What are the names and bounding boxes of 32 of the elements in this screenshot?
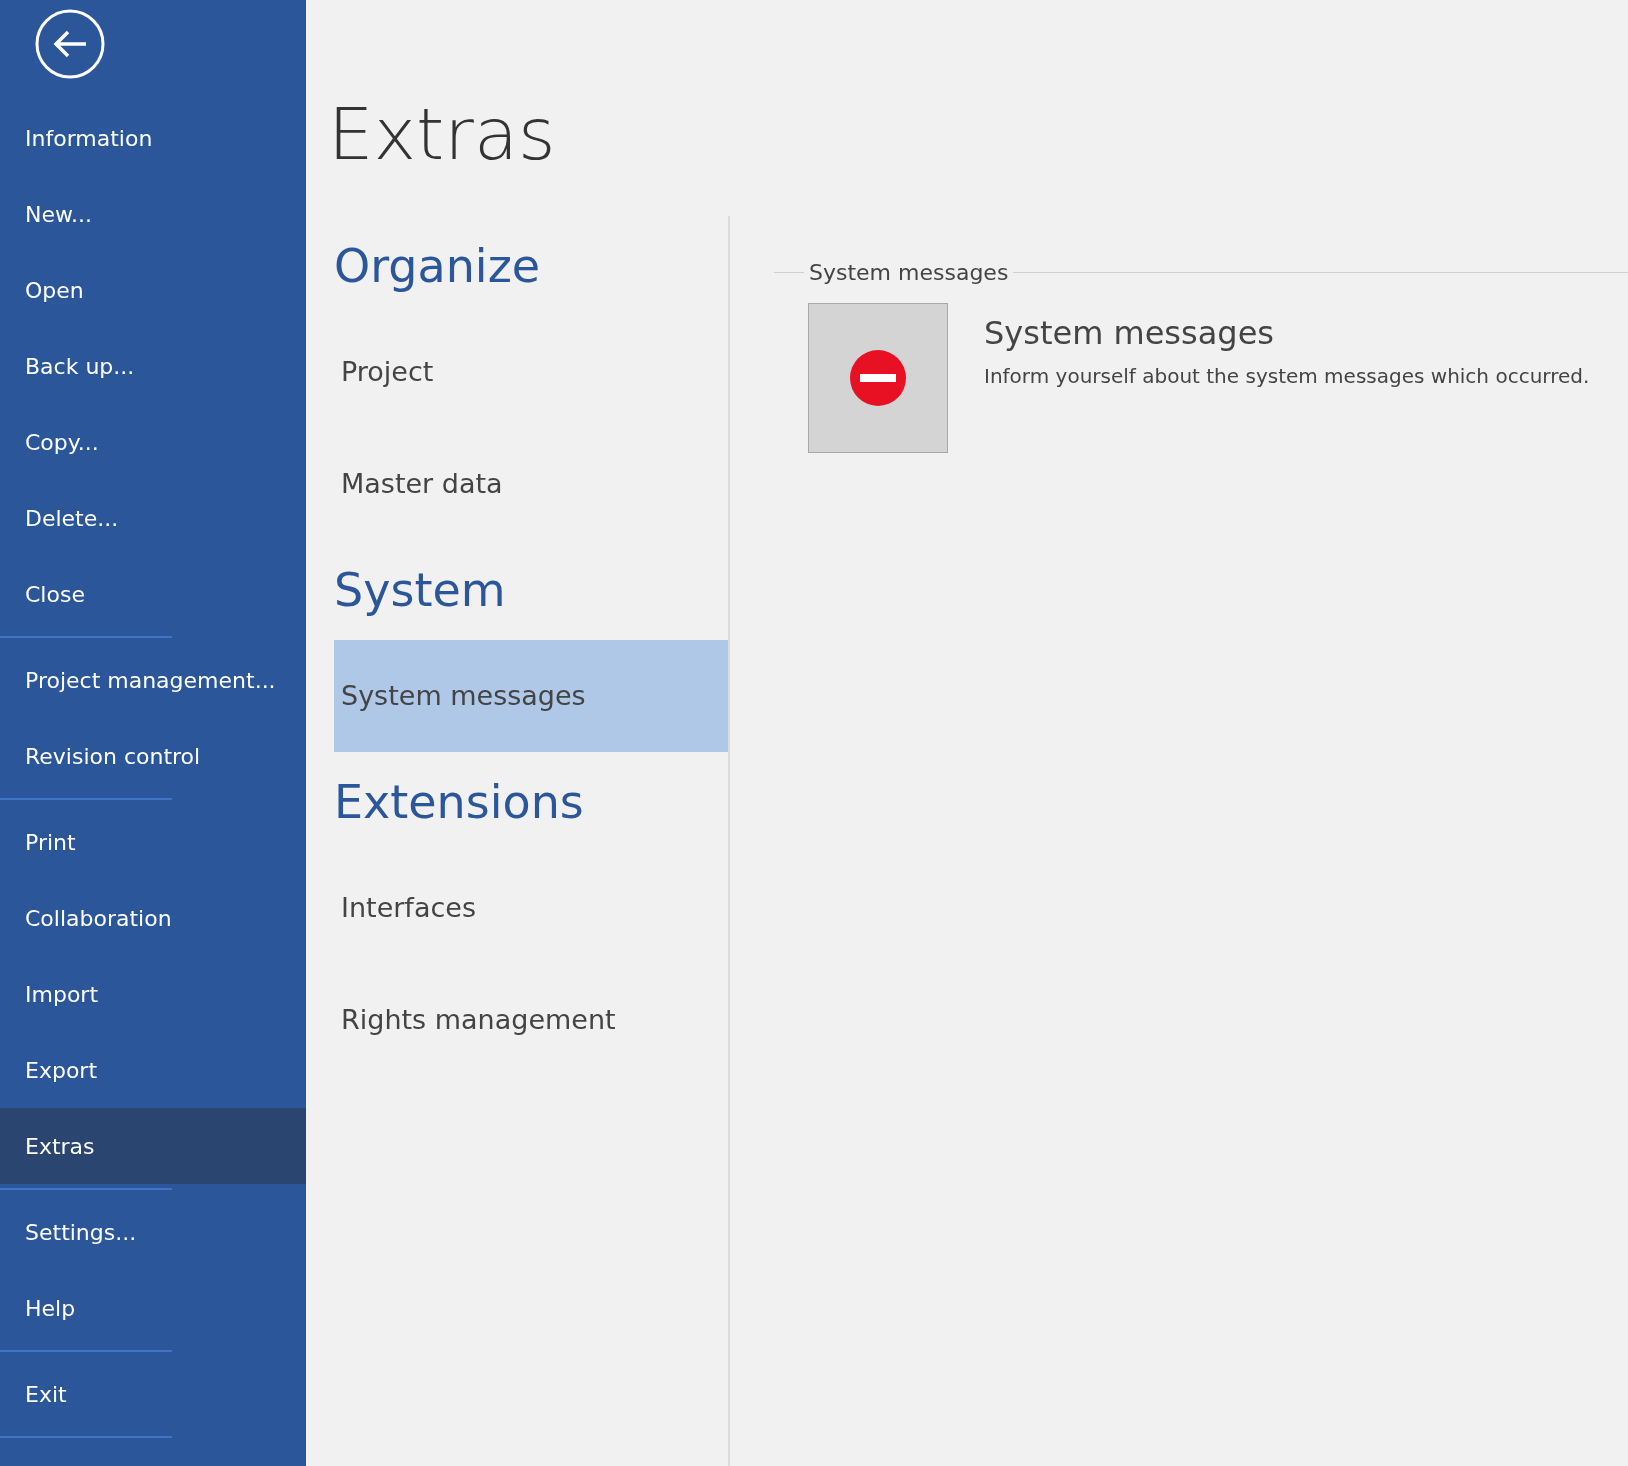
back-button[interactable]	[34, 8, 106, 80]
section-heading: System	[334, 561, 507, 619]
sidebar-item[interactable]: Collaboration	[0, 880, 306, 956]
sidebar-item[interactable]: Print	[0, 804, 306, 880]
nav-item[interactable]: Interfaces	[334, 852, 728, 964]
sidebar-item[interactable]: Copy...	[0, 404, 306, 480]
sidebar-item[interactable]: Back up...	[0, 328, 306, 404]
page-title: Extras	[327, 91, 557, 178]
section-heading: Organize	[334, 237, 542, 295]
nav-item[interactable]: Rights management	[334, 964, 728, 1076]
tile-description: Inform yourself about the system messages which occurred.	[984, 363, 1590, 390]
sidebar-item[interactable]: Help	[0, 1270, 306, 1346]
sidebar-item[interactable]: Extras	[0, 1108, 306, 1184]
sidebar-item[interactable]: Open	[0, 252, 306, 328]
group-label: System messages	[808, 259, 1010, 287]
sidebar-item[interactable]: Information	[0, 100, 306, 176]
sidebar-item[interactable]: Export	[0, 1032, 306, 1108]
sidebar-item[interactable]: Settings...	[0, 1194, 306, 1270]
tile-title: System messages	[984, 313, 1275, 354]
system-messages-tile[interactable]	[808, 303, 948, 453]
sidebar-item[interactable]: Revision control	[0, 718, 306, 794]
nav-item[interactable]: Master data	[334, 428, 728, 540]
sidebar-item[interactable]: Exit	[0, 1356, 306, 1432]
nav-item[interactable]: Project	[334, 316, 728, 428]
sidebar-item[interactable]: Project management...	[0, 642, 306, 718]
sidebar-item[interactable]: Delete...	[0, 480, 306, 556]
section-heading: Extensions	[334, 773, 585, 831]
sidebar-item[interactable]: New...	[0, 176, 306, 252]
sidebar-item[interactable]: Close	[0, 556, 306, 632]
sidebar-item[interactable]: Import	[0, 956, 306, 1032]
nav-item[interactable]: System messages	[334, 640, 728, 752]
stop-sign-icon	[850, 350, 906, 406]
